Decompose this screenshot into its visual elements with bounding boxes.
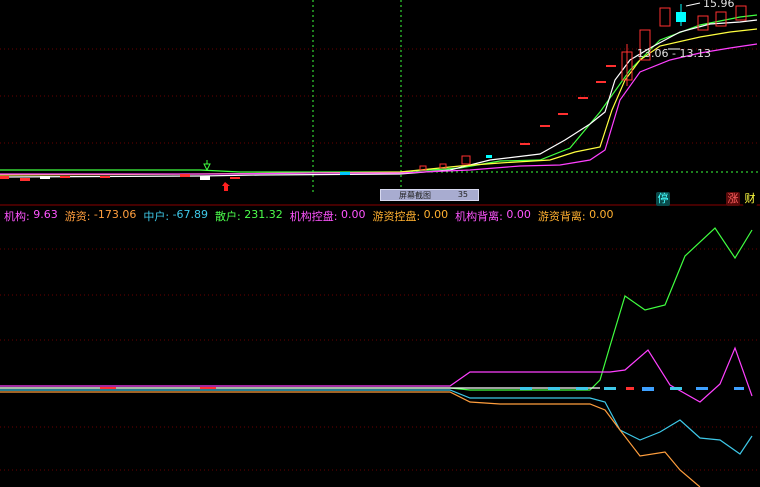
legend-item: 游资: — [57, 210, 94, 223]
screenshot-label: 屏幕截图 — [399, 191, 431, 200]
legend-item: 机构背离: — [448, 210, 507, 223]
legend-value: -173.06 — [93, 208, 137, 221]
stop-badge[interactable]: 停 — [656, 192, 670, 206]
legend-item: 机构控盘: — [282, 210, 341, 223]
high-price-leader — [685, 2, 701, 7]
legend-value: 0.00 — [423, 208, 449, 221]
high-price-label: 15.96 — [703, 0, 735, 10]
indicator-magenta — [0, 346, 753, 403]
legend-value: 231.32 — [244, 208, 283, 221]
ma-magenta — [0, 43, 758, 175]
price-grid — [0, 48, 760, 144]
buy-arrow-icon — [222, 182, 230, 191]
legend-item: 散户: — [208, 210, 245, 223]
legend-value: 0.00 — [506, 208, 531, 221]
indicator-lines — [0, 227, 753, 487]
legend-item: 游资背离: — [530, 210, 590, 223]
legend-item: 机构: — [4, 210, 34, 223]
ma-white — [0, 19, 758, 178]
indicator-legend: 机构: 9.63 游资: -173.06 中户: -67.89 散户: 231.… — [4, 208, 614, 224]
indicator-cyan — [0, 389, 753, 455]
screenshot-bar[interactable]: 屏幕截图 35 — [380, 189, 479, 201]
legend-item: 中户: — [136, 210, 173, 223]
stock-chart-canvas — [0, 0, 760, 487]
ma-green — [0, 14, 758, 173]
candles — [0, 4, 747, 181]
finance-badge[interactable]: 财 — [743, 192, 757, 206]
legend-value: 0.00 — [589, 208, 614, 221]
moving-averages — [0, 14, 758, 178]
legend-value: 9.63 — [33, 208, 58, 221]
indicator-grid — [0, 248, 760, 471]
indicator-orange — [0, 391, 701, 487]
legend-item: 游资控盘: — [365, 210, 424, 223]
range-label: 13.06 - 13.13 — [637, 47, 711, 60]
rise-badge[interactable]: 涨 — [726, 192, 740, 206]
legend-value: 0.00 — [340, 208, 366, 221]
sell-arrow-icon — [203, 160, 211, 172]
indicator-green — [0, 227, 753, 391]
legend-value: -67.89 — [172, 208, 209, 221]
screenshot-count: 35 — [457, 190, 468, 199]
